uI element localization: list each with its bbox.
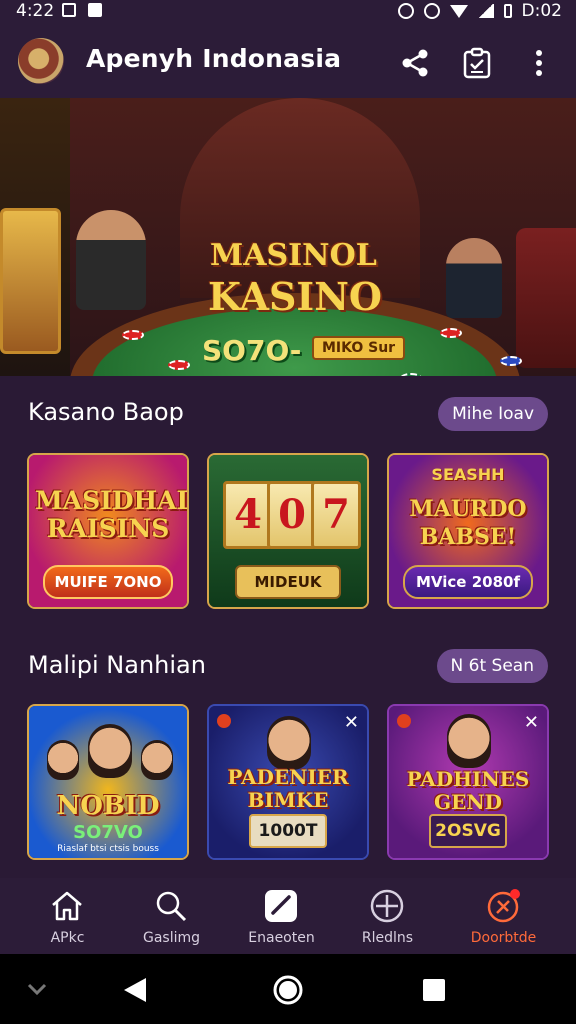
wifi-icon [449, 4, 468, 18]
game-card-title: MAURDO BABSE! [409, 496, 527, 550]
hero-jackpot: SO7O- [202, 334, 302, 367]
notification-icon [62, 3, 76, 17]
game-card[interactable]: SEASHH MAURDO BABSE! MVice 2080f [387, 453, 549, 609]
game-card[interactable]: 4 0 7 MIDEUK [207, 453, 369, 609]
system-navigation-bar [0, 954, 576, 1024]
app-bar: Apenyh Indonasia [0, 22, 576, 98]
bottom-navigation: APkc Gaslimg Enaeoten Rledlns Doorbtde [0, 878, 576, 954]
back-icon[interactable] [122, 976, 148, 1004]
alarm-icon [423, 3, 440, 19]
compass-icon [370, 889, 404, 923]
live-dot-icon [397, 714, 411, 728]
game-card-caption: Riaslaf btsi ctsis bouss [57, 844, 159, 854]
game-card-subtitle: SEASHH [431, 465, 505, 484]
nav-label: Enaeoten [248, 930, 315, 946]
game-card[interactable]: ✕ PADHINES GEND 2OSVG [387, 704, 549, 860]
game-card-title: MASIDHAI RAISINS [35, 486, 189, 543]
game-card-title: NOBID [56, 791, 160, 821]
nav-label: Gaslimg [142, 930, 201, 946]
close-icon[interactable]: ✕ [524, 712, 539, 733]
game-card-title: PADENIER BIMKE [227, 765, 349, 812]
player-figure [446, 238, 502, 318]
section-title-1: Kasano Baop [28, 398, 184, 426]
character-image [88, 724, 132, 778]
nav-item-active[interactable]: Doorbtde [446, 878, 561, 954]
more-vert-icon[interactable] [522, 46, 556, 80]
recents-icon[interactable] [422, 978, 446, 1002]
status-bar: 4:22 D:02 [0, 0, 576, 22]
signal-icon [477, 4, 494, 18]
nav-label: Doorbtde [470, 930, 537, 946]
search-icon [156, 891, 187, 922]
slot-machine-image [0, 208, 61, 354]
home-button-icon[interactable] [272, 974, 304, 1006]
hero-banner[interactable]: MASINOL KASINO SO7O- MIKO Sur [0, 98, 576, 376]
status-battery-text: D:02 [521, 1, 562, 21]
game-card-button[interactable]: MUIFE 7ONO [43, 565, 173, 599]
game-card[interactable]: MASIDHAI RAISINS MUIFE 7ONO [27, 453, 189, 609]
dealer-figure [76, 210, 146, 310]
check-badge-icon [265, 890, 297, 922]
nav-item-explore[interactable]: Rledlns [330, 878, 445, 954]
share-icon[interactable] [398, 46, 432, 80]
game-card-button[interactable]: MIDEUK [235, 565, 341, 599]
game-card-button[interactable]: 1000T [249, 814, 327, 848]
hero-brand-top: MASINOL [210, 238, 377, 273]
close-icon[interactable]: ✕ [344, 712, 359, 733]
battery-icon [503, 4, 512, 18]
game-card[interactable]: NOBID SO7VO Riaslaf btsi ctsis bouss [27, 704, 189, 860]
game-card-subtitle: SO7VO [73, 822, 143, 843]
slot-reel: 4 [223, 481, 273, 549]
game-card-button[interactable]: MVice 2080f [403, 565, 533, 599]
slot-reel: 0 [267, 481, 317, 549]
app-title: Apenyh Indonasia [86, 44, 342, 73]
target-icon [487, 889, 520, 923]
game-card[interactable]: ✕ PADENIER BIMKE 1000T [207, 704, 369, 860]
game-card-title: PADHINES GEND [406, 767, 530, 814]
location-icon [397, 3, 414, 19]
character-image [267, 716, 311, 770]
hero-jackpot-tag: MIKO Sur [312, 336, 406, 360]
section-2-more-button[interactable]: N 6t Sean [436, 649, 548, 683]
app-logo[interactable] [18, 38, 64, 84]
live-dot-icon [217, 714, 231, 728]
section-title-2: Malipi Nanhian [28, 651, 206, 679]
status-time: 4:22 [16, 1, 55, 21]
character-image [447, 714, 491, 768]
nav-item-center[interactable]: Enaeoten [224, 878, 339, 954]
clipboard-icon[interactable] [460, 46, 494, 80]
nav-label: Rledlns [361, 930, 414, 946]
game-card-button[interactable]: 2OSVG [429, 814, 507, 848]
nav-label: APkc [50, 930, 85, 946]
home-icon [52, 891, 82, 921]
app-notification-icon [88, 3, 102, 17]
nav-item-search[interactable]: Gaslimg [114, 878, 229, 954]
slot-reel: 7 [311, 481, 361, 549]
hero-brand-main: KASINO [208, 274, 383, 319]
chevron-down-icon[interactable] [26, 982, 48, 996]
nav-item-home[interactable]: APkc [10, 878, 125, 954]
section-1-more-button[interactable]: Mihe Ioav [438, 397, 548, 431]
